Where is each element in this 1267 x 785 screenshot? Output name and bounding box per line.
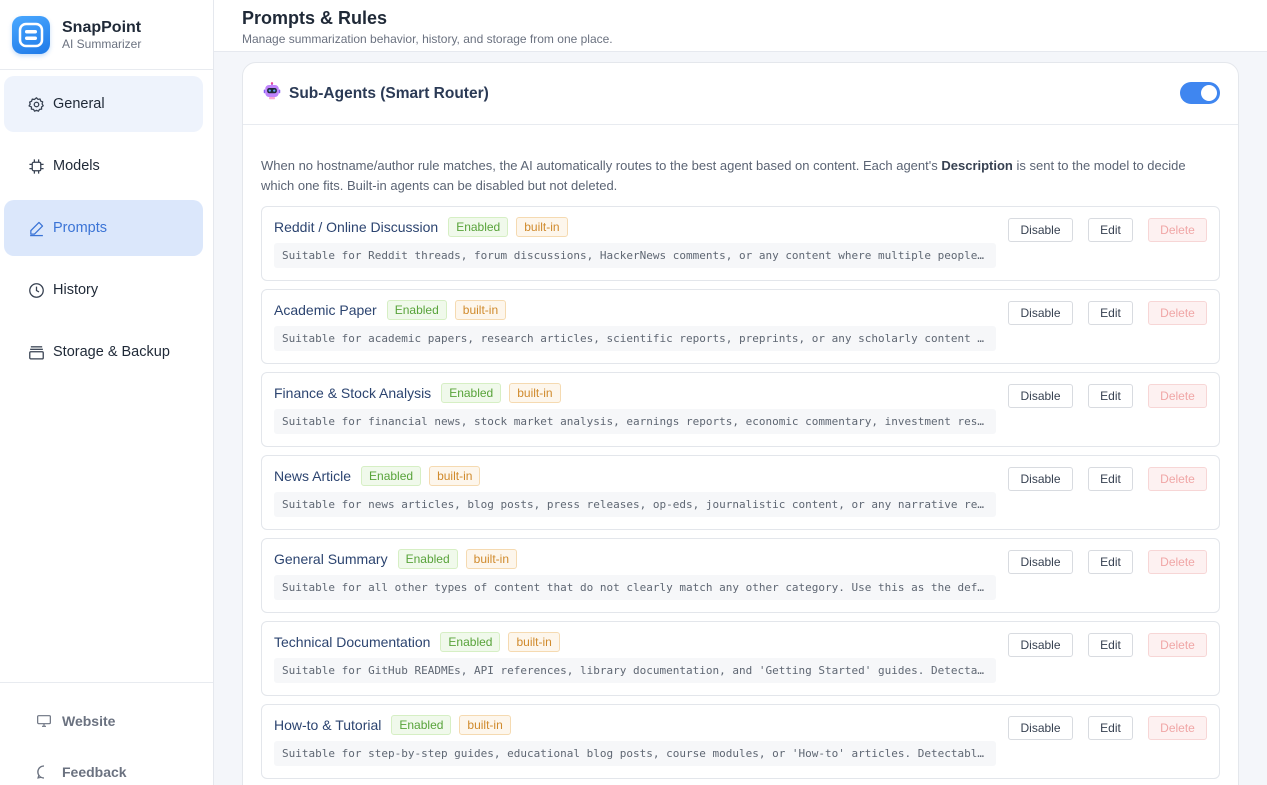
brand: SnapPoint AI Summarizer (0, 0, 213, 70)
status-badge: Enabled (397, 549, 458, 569)
smart-router-toggle[interactable] (1180, 82, 1220, 104)
disable-button[interactable]: Disable (1008, 301, 1073, 325)
edit-button[interactable]: Edit (1088, 633, 1133, 657)
status-badge: Enabled (361, 466, 422, 486)
agent-description: Suitable for news articles, blog posts, … (274, 492, 996, 517)
edit-button[interactable]: Edit (1088, 301, 1133, 325)
agent-description: Suitable for GitHub READMEs, API referen… (274, 658, 996, 683)
agent-row: General Summary Enabled built-in Suitabl… (261, 538, 1220, 613)
toggle-knob (1201, 85, 1217, 101)
agent-name: Reddit / Online Discussion (274, 219, 439, 235)
card-header: Sub-Agents (Smart Router) (243, 63, 1238, 125)
agent-list: Reddit / Online Discussion Enabled built… (261, 206, 1220, 785)
delete-button[interactable]: Delete (1148, 384, 1207, 408)
archive-icon (27, 343, 45, 361)
intro-text-start: When no hostname/author rule matches, th… (261, 158, 942, 173)
agent-description: Suitable for financial news, stock marke… (274, 409, 996, 434)
section-intro: When no hostname/author rule matches, th… (261, 156, 1220, 196)
sidebar-item-label: General (53, 96, 105, 112)
edit-button[interactable]: Edit (1088, 384, 1133, 408)
app-logo-icon (12, 15, 50, 54)
sidebar-nav: General Models Prompts History Storage &… (0, 70, 213, 380)
disable-button[interactable]: Disable (1008, 218, 1073, 242)
disable-button[interactable]: Disable (1008, 467, 1073, 491)
agent-row: Technical Documentation Enabled built-in… (261, 621, 1220, 696)
edit-button[interactable]: Edit (1088, 467, 1133, 491)
agent-description: Suitable for academic papers, research a… (274, 326, 996, 351)
agent-name: Academic Paper (274, 302, 377, 318)
page-title: Prompts & Rules (242, 8, 388, 28)
agent-row: How-to & Tutorial Enabled built-in Suita… (261, 704, 1220, 779)
intro-text-bold: Description (941, 158, 1013, 173)
agent-row: Finance & Stock Analysis Enabled built-i… (261, 372, 1220, 447)
sidebar-item-label: History (53, 282, 99, 298)
agent-description: Suitable for all other types of content … (274, 575, 996, 600)
agent-name: General Summary (274, 551, 388, 567)
edit-button[interactable]: Edit (1088, 218, 1133, 242)
sidebar: SnapPoint AI Summarizer General Models P… (0, 0, 214, 785)
agent-name: Technical Documentation (274, 634, 431, 650)
delete-button[interactable]: Delete (1148, 633, 1207, 657)
section-title: Sub-Agents (Smart Router) (289, 84, 489, 102)
builtin-badge: built-in (454, 300, 507, 320)
sub-agents-card: Sub-Agents (Smart Router) When no hostna… (242, 62, 1239, 785)
agent-row: News Article Enabled built-in Suitable f… (261, 455, 1220, 530)
agent-row: Academic Paper Enabled built-in Suitable… (261, 289, 1220, 364)
status-badge: Enabled (440, 632, 501, 652)
sidebar-item-storage-backup[interactable]: Storage & Backup (4, 324, 203, 380)
feedback-link[interactable]: Feedback (36, 764, 127, 780)
builtin-badge: built-in (508, 632, 560, 652)
builtin-badge: built-in (465, 549, 517, 569)
delete-button[interactable]: Delete (1148, 467, 1207, 491)
builtin-badge: built-in (516, 217, 568, 237)
edit-button[interactable]: Edit (1088, 550, 1133, 574)
sidebar-footer: Website Feedback (0, 682, 213, 785)
builtin-badge: built-in (459, 715, 511, 735)
agent-description: Suitable for Reddit threads, forum discu… (274, 243, 996, 268)
monitor-icon (36, 713, 52, 729)
robot-icon (263, 82, 281, 105)
page-description: Manage summarization behavior, history, … (242, 32, 613, 46)
delete-button[interactable]: Delete (1148, 218, 1207, 242)
page-header: Prompts & Rules Manage summarization beh… (214, 0, 1267, 52)
pen-icon (27, 219, 45, 237)
agent-name: News Article (274, 468, 352, 484)
disable-button[interactable]: Disable (1008, 716, 1073, 740)
gear-icon (27, 95, 45, 113)
chat-icon (36, 764, 52, 780)
sidebar-item-label: Storage & Backup (53, 344, 170, 360)
agent-description: Suitable for step-by-step guides, educat… (274, 741, 996, 766)
chip-icon (27, 157, 45, 175)
website-link[interactable]: Website (36, 713, 115, 729)
disable-button[interactable]: Disable (1008, 550, 1073, 574)
sidebar-item-history[interactable]: History (4, 262, 203, 318)
clock-icon (27, 281, 45, 299)
agent-name: How-to & Tutorial (274, 717, 382, 733)
status-badge: Enabled (448, 217, 509, 237)
edit-button[interactable]: Edit (1088, 716, 1133, 740)
sidebar-item-label: Prompts (53, 220, 107, 236)
delete-button[interactable]: Delete (1148, 550, 1207, 574)
delete-button[interactable]: Delete (1148, 716, 1207, 740)
app-name: SnapPoint (62, 18, 142, 36)
feedback-link-label: Feedback (62, 764, 127, 780)
sidebar-item-label: Models (53, 158, 100, 174)
builtin-badge: built-in (429, 466, 481, 486)
website-link-label: Website (62, 713, 116, 729)
disable-button[interactable]: Disable (1008, 633, 1073, 657)
builtin-badge: built-in (509, 383, 561, 403)
delete-button[interactable]: Delete (1148, 301, 1207, 325)
status-badge: Enabled (441, 383, 502, 403)
status-badge: Enabled (391, 715, 452, 735)
sidebar-item-prompts[interactable]: Prompts (4, 200, 203, 256)
sidebar-item-general[interactable]: General (4, 76, 203, 132)
status-badge: Enabled (386, 300, 447, 320)
app-subtitle: AI Summarizer (62, 36, 142, 51)
disable-button[interactable]: Disable (1008, 384, 1073, 408)
agent-name: Finance & Stock Analysis (274, 385, 432, 401)
agent-row: Reddit / Online Discussion Enabled built… (261, 206, 1220, 281)
sidebar-item-models[interactable]: Models (4, 138, 203, 194)
